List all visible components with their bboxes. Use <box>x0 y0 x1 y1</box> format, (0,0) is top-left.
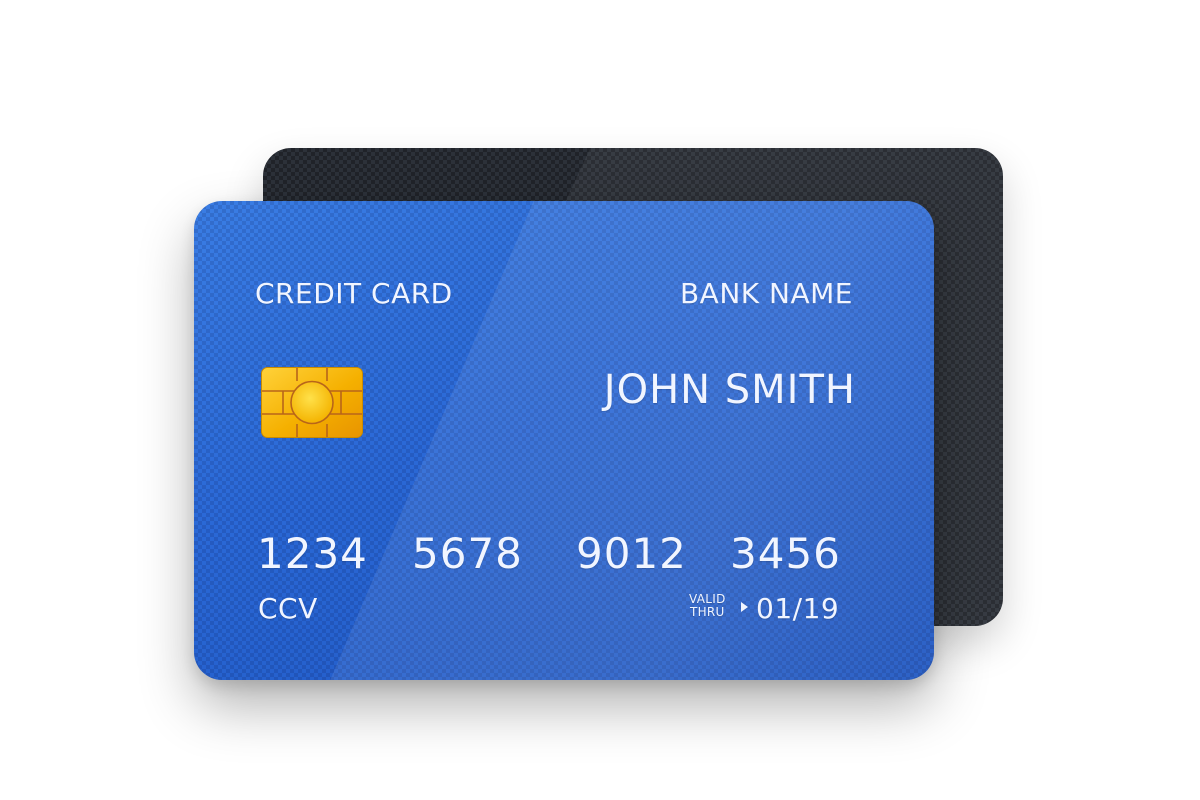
valid-thru-line-2: THRU <box>689 605 725 619</box>
front-card: CREDIT CARD BANK NAME JOHN SMITH 1234 56… <box>194 201 934 680</box>
ccv-label: CCV <box>258 592 318 625</box>
card-number-group-2: 5678 <box>412 529 523 578</box>
expiry-date: 01/19 <box>756 592 840 625</box>
cardholder-name: JOHN SMITH <box>603 367 856 413</box>
card-type-label: CREDIT CARD <box>255 277 453 310</box>
credit-card-illustration: CREDIT CARD BANK NAME JOHN SMITH 1234 56… <box>0 0 1200 800</box>
card-number-group-1: 1234 <box>257 529 368 578</box>
triangle-right-icon <box>741 602 748 612</box>
bank-name-label: BANK NAME <box>679 277 853 310</box>
emv-chip-icon <box>261 367 363 438</box>
valid-thru-line-1: VALID <box>689 592 726 606</box>
card-number-group-4: 3456 <box>730 529 841 578</box>
card-number-group-3: 9012 <box>576 529 687 578</box>
valid-thru-label: VALID THRU <box>689 593 726 619</box>
